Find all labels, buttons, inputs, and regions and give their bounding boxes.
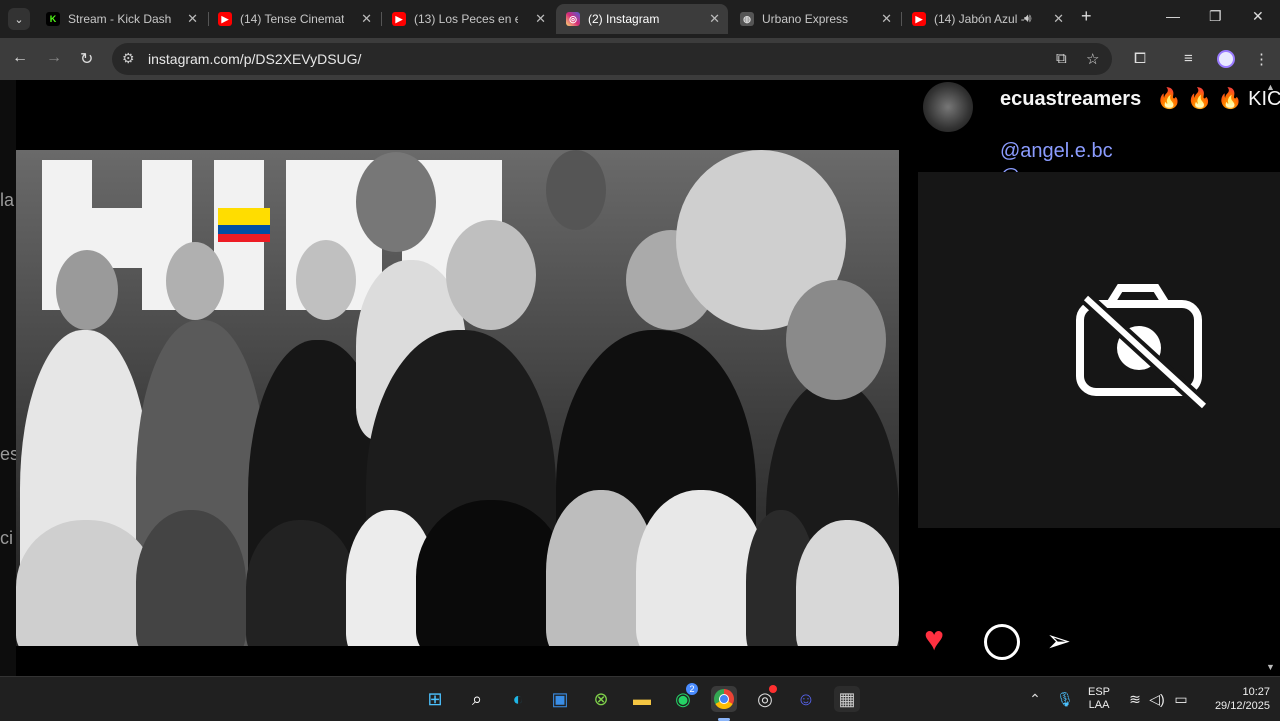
edge-text: ci <box>0 528 13 548</box>
media-control-icon[interactable]: ≡ <box>1184 50 1193 67</box>
comment-icon[interactable] <box>984 624 1020 660</box>
minimize-button[interactable]: — <box>1166 8 1180 24</box>
search-icon[interactable]: ⌕ <box>464 686 490 712</box>
instagram-icon: ◎ <box>566 12 580 26</box>
person-figure <box>246 520 356 646</box>
tab-youtube-jabon[interactable]: ▶ (14) Jabón Azul - 🔊︎ ✕ <box>902 4 1072 34</box>
unavailable-media-placeholder <box>918 172 1280 528</box>
edge-icon[interactable]: ◐ <box>505 686 531 712</box>
tab-title: Urbano Express <box>762 12 849 26</box>
mention-link[interactable]: @angel.e.bc <box>1000 140 1113 163</box>
page-viewport: la es ci ecuastreamers 🔥 🔥 🔥 KIC @angel.… <box>0 80 1280 676</box>
background-page-edge: la es ci <box>0 80 19 676</box>
tab-title: (14) Jabón Azul - <box>934 12 1024 26</box>
person-figure <box>16 520 156 646</box>
youtube-icon: ▶ <box>218 12 232 26</box>
back-button[interactable]: ← <box>12 49 28 67</box>
scroll-up-arrow[interactable]: ▲ <box>1266 82 1275 92</box>
tab-title: (14) Tense Cinematic <box>240 12 344 26</box>
person-figure <box>416 500 566 646</box>
new-tab-button[interactable]: + <box>1081 6 1092 27</box>
tab-urbano[interactable]: ◍ Urbano Express ✕ <box>730 4 900 34</box>
avatar[interactable] <box>923 82 973 132</box>
windows-taskbar: ⊞ ⌕ ◐ ▣ ⊗ ▬ ◉ 2 ◎ ☺ ▦ ⌃ 🎙︎ ESP LAA ≋ ◁) … <box>0 676 1280 721</box>
youtube-icon: ▶ <box>392 12 406 26</box>
volume-icon[interactable]: ◁) <box>1144 686 1170 712</box>
post-sidebar: ecuastreamers 🔥 🔥 🔥 KIC @angel.e.bc @...… <box>918 80 1280 676</box>
close-icon[interactable]: ✕ <box>709 11 720 27</box>
camera-off-icon <box>1076 284 1209 412</box>
tab-instagram[interactable]: ◎ (2) Instagram ✕ <box>556 4 728 34</box>
globe-icon: ◍ <box>740 12 754 26</box>
close-icon[interactable]: ✕ <box>535 11 546 27</box>
tab-kick[interactable]: K Stream - Kick Dashboard ✕ <box>36 4 206 34</box>
windows-start-icon[interactable]: ⊞ <box>422 686 448 712</box>
tab-youtube-tense[interactable]: ▶ (14) Tense Cinematic ✕ <box>208 4 380 34</box>
file-explorer-icon[interactable]: ▬ <box>629 686 655 712</box>
forward-button[interactable]: → <box>46 49 62 67</box>
gta-icon[interactable]: ▦ <box>834 686 860 712</box>
speaker-icon[interactable]: 🔊︎ <box>1024 11 1032 26</box>
discord-icon[interactable]: ☺ <box>793 686 819 712</box>
show-hidden-icons-chevron[interactable]: ⌃ <box>1022 686 1048 712</box>
share-icon[interactable]: ➢ <box>1046 624 1071 659</box>
restore-button[interactable]: ❐ <box>1209 8 1222 25</box>
post-caption-header: ecuastreamers 🔥 🔥 🔥 KIC <box>1000 86 1280 111</box>
tab-youtube-peces[interactable]: ▶ (13) Los Peces en el Río ✕ <box>382 4 554 34</box>
edge-text: la <box>0 190 15 210</box>
microphone-icon[interactable]: 🎙︎ <box>1052 686 1078 712</box>
menu-icon[interactable]: ⋮ <box>1254 50 1269 68</box>
battery-icon[interactable]: ▭ <box>1168 686 1194 712</box>
close-icon[interactable]: ✕ <box>361 11 372 27</box>
close-icon[interactable]: ✕ <box>187 11 198 27</box>
site-info-icon[interactable]: ⚙ <box>122 50 135 67</box>
url-text[interactable]: instagram.com/p/DS2XEVyDSUG/ <box>148 51 361 67</box>
browser-toolbar: ← → ↻ ⚙ instagram.com/p/DS2XEVyDSUG/ ⧉ ☆… <box>0 38 1280 80</box>
close-icon[interactable]: ✕ <box>1053 11 1064 27</box>
kick-icon: K <box>46 12 60 26</box>
tab-strip: ⌄ K Stream - Kick Dashboard ✕ ▶ (14) Ten… <box>0 0 1280 38</box>
store-icon[interactable]: ▣ <box>547 686 573 712</box>
ecuador-flag <box>218 208 270 242</box>
clock[interactable]: 10:27 29/12/2025 <box>1200 685 1270 713</box>
youtube-icon: ▶ <box>912 12 926 26</box>
tab-search-button[interactable]: ⌄ <box>8 8 30 30</box>
reload-button[interactable]: ↻ <box>80 49 93 69</box>
caption-text: 🔥 🔥 🔥 KIC <box>1156 88 1280 110</box>
profile-avatar[interactable] <box>1217 50 1235 68</box>
person-figure <box>136 510 246 646</box>
close-window-button[interactable]: ✕ <box>1252 8 1264 25</box>
close-icon[interactable]: ✕ <box>881 11 892 27</box>
post-image[interactable] <box>16 150 899 646</box>
notification-badge: 2 <box>686 683 698 695</box>
tab-title: (2) Instagram <box>588 12 660 26</box>
person-figure <box>796 520 899 646</box>
tab-title: Stream - Kick Dashboard <box>68 12 172 26</box>
address-bar[interactable]: ⚙ instagram.com/p/DS2XEVyDSUG/ ⧉ ☆ <box>112 43 1112 75</box>
chrome-icon[interactable] <box>711 686 737 712</box>
heart-icon[interactable]: ♥ <box>924 620 944 659</box>
tab-title: (13) Los Peces en el Río <box>414 12 518 26</box>
xbox-icon[interactable]: ⊗ <box>588 686 614 712</box>
extensions-icon[interactable]: ⧠ <box>1134 50 1146 67</box>
username-link[interactable]: ecuastreamers <box>1000 88 1141 110</box>
bookmark-star-icon[interactable]: ☆ <box>1086 50 1099 68</box>
install-app-icon[interactable]: ⧉ <box>1056 50 1067 67</box>
input-language[interactable]: ESP LAA <box>1088 686 1110 712</box>
recording-indicator <box>769 685 777 693</box>
scroll-down-arrow[interactable]: ▼ <box>1266 662 1275 672</box>
